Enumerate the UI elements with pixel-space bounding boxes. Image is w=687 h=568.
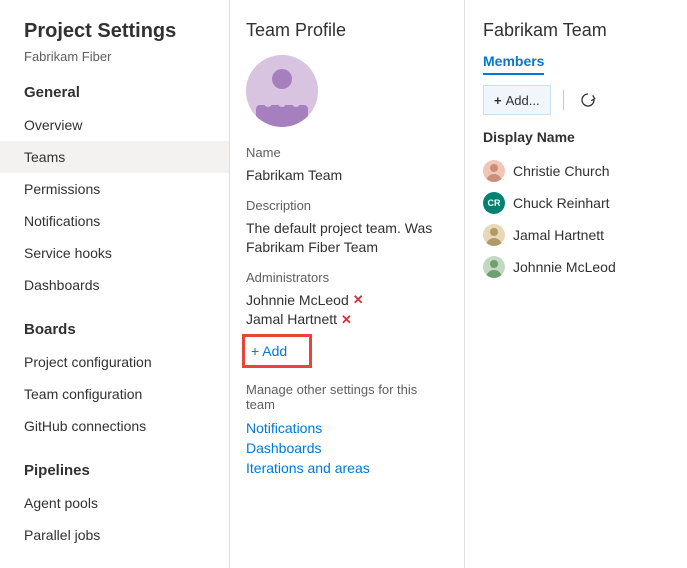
members-panel: Fabrikam Team Members + Add... Display N… <box>465 0 687 568</box>
description-value: The default project team. Was Fabrikam F… <box>246 219 448 258</box>
nav-dashboards[interactable]: Dashboards <box>0 269 229 301</box>
link-dashboards[interactable]: Dashboards <box>246 438 448 458</box>
group-pipelines: Pipelines <box>0 456 229 487</box>
team-profile-panel: Team Profile Name Fabrikam Team Descript… <box>230 0 465 568</box>
member-row[interactable]: Jamal Hartnett <box>483 219 671 251</box>
settings-sidebar: Project Settings Fabrikam Fiber General … <box>0 0 230 568</box>
column-display-name: Display Name <box>483 129 671 145</box>
member-name: Jamal Hartnett <box>513 227 604 243</box>
plus-icon: + <box>494 93 502 108</box>
add-admin-highlight: + Add <box>242 334 312 368</box>
refresh-button[interactable] <box>576 88 600 112</box>
nav-teams[interactable]: Teams <box>0 141 229 173</box>
team-profile-heading: Team Profile <box>246 20 448 41</box>
member-row[interactable]: Christie Church <box>483 155 671 187</box>
remove-admin-icon[interactable]: ✕ <box>341 311 352 329</box>
member-row[interactable]: Johnnie McLeod <box>483 251 671 283</box>
avatar <box>483 160 505 182</box>
refresh-icon <box>580 92 596 108</box>
nav-parallel-jobs[interactable]: Parallel jobs <box>0 519 229 551</box>
nav-permissions[interactable]: Permissions <box>0 173 229 205</box>
nav-overview[interactable]: Overview <box>0 109 229 141</box>
member-name: Chuck Reinhart <box>513 195 610 211</box>
nav-agent-pools[interactable]: Agent pools <box>0 487 229 519</box>
toolbar-separator <box>563 90 564 110</box>
admin-name: Johnnie McLeod <box>246 291 349 311</box>
group-boards: Boards <box>0 315 229 346</box>
avatar <box>483 224 505 246</box>
member-row[interactable]: CR Chuck Reinhart <box>483 187 671 219</box>
tab-members[interactable]: Members <box>483 53 544 75</box>
name-value: Fabrikam Team <box>246 166 448 186</box>
team-name-heading: Fabrikam Team <box>483 20 671 41</box>
manage-settings-label: Manage other settings for this team <box>246 382 448 412</box>
name-label: Name <box>246 145 448 160</box>
sidebar-subtitle: Fabrikam Fiber <box>0 49 229 78</box>
nav-notifications[interactable]: Notifications <box>0 205 229 237</box>
avatar-initials: CR <box>488 198 501 208</box>
avatar <box>483 256 505 278</box>
administrators-label: Administrators <box>246 270 448 285</box>
nav-team-config[interactable]: Team configuration <box>0 378 229 410</box>
nav-project-config[interactable]: Project configuration <box>0 346 229 378</box>
link-iterations-areas[interactable]: Iterations and areas <box>246 458 448 478</box>
link-notifications[interactable]: Notifications <box>246 418 448 438</box>
add-member-button[interactable]: + Add... <box>483 85 551 115</box>
sidebar-title: Project Settings <box>0 20 229 49</box>
team-avatar-icon <box>246 55 318 127</box>
remove-admin-icon[interactable]: ✕ <box>353 291 364 309</box>
admin-name: Jamal Hartnett <box>246 310 337 330</box>
admin-row: Johnnie McLeod ✕ <box>246 291 448 311</box>
description-label: Description <box>246 198 448 213</box>
admin-row: Jamal Hartnett ✕ <box>246 310 448 330</box>
group-general: General <box>0 78 229 109</box>
nav-github-conn[interactable]: GitHub connections <box>0 410 229 442</box>
member-name: Johnnie McLeod <box>513 259 616 275</box>
add-member-label: Add... <box>506 93 540 108</box>
avatar: CR <box>483 192 505 214</box>
add-admin-link[interactable]: + Add <box>251 343 287 359</box>
member-name: Christie Church <box>513 163 609 179</box>
nav-service-hooks[interactable]: Service hooks <box>0 237 229 269</box>
members-toolbar: + Add... <box>483 85 671 115</box>
